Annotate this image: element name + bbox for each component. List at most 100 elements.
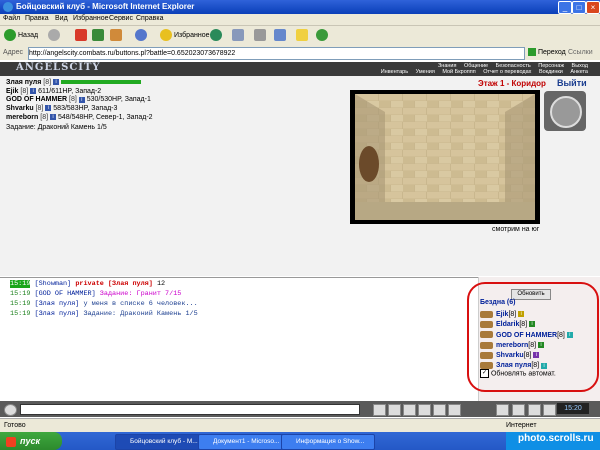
chat-text: Задание: Драконий Камень 1/5 (83, 310, 198, 318)
task-game-window[interactable]: Бойцовский клуб - M... (115, 434, 209, 450)
chat-recipient[interactable]: [Злая пуля] (108, 280, 153, 288)
chat-sender[interactable]: [Злая пуля] (35, 300, 80, 308)
notes-button[interactable] (296, 29, 310, 43)
player-name[interactable]: mereborn (6, 114, 38, 121)
task-info-window[interactable]: Информация о Show... (281, 434, 375, 450)
nav-vokdinki[interactable]: Вокдинки (539, 69, 563, 75)
chat-private-tag: private (75, 280, 104, 288)
zone-indicator: Интернет (506, 422, 537, 429)
links-button[interactable]: Ссылки (568, 49, 593, 56)
close-button[interactable]: × (586, 1, 600, 14)
character-figure[interactable] (359, 146, 379, 182)
windows-logo-icon (6, 436, 16, 447)
menu-view[interactable]: Вид (55, 15, 68, 22)
menu-file[interactable]: Файл (3, 15, 20, 22)
quest-text: Задание: Драконий Камень 1/5 (6, 124, 107, 131)
media-button[interactable] (210, 29, 224, 43)
star-icon (160, 29, 172, 42)
go-button[interactable]: Переход (528, 48, 566, 56)
info-icon[interactable]: i (78, 96, 85, 103)
menu-edit[interactable]: Правка (25, 15, 49, 22)
player-name[interactable]: Злая пуля (6, 79, 41, 86)
player-name[interactable]: GOD OF HAMMER (6, 96, 67, 103)
mail-icon (232, 29, 244, 42)
chat-input[interactable] (20, 404, 360, 415)
walk-icon[interactable] (418, 404, 431, 416)
chat-sender[interactable]: [Showman] (35, 280, 72, 288)
chat-time[interactable]: 15:19 (10, 310, 30, 318)
forward-button[interactable] (48, 29, 62, 43)
menu-tools[interactable]: Сервис (109, 15, 133, 22)
refresh-icon (92, 29, 104, 42)
menu-help[interactable]: Справка (136, 15, 163, 22)
printer-icon (254, 29, 266, 42)
nav-skills[interactable]: Умения (416, 69, 435, 75)
address-input[interactable]: http://angelscity.combats.ru/buttons.pl?… (28, 47, 525, 60)
info-icon[interactable]: i (45, 105, 52, 112)
game-action-bar (0, 401, 600, 417)
task-document[interactable]: Документ1 - Microso... (198, 434, 292, 450)
scroll-icon[interactable] (528, 404, 541, 416)
print-button[interactable] (254, 29, 268, 43)
player-row: Ejik [8] i 611/611HP, Запад-2 (6, 88, 153, 97)
eye-icon[interactable] (4, 404, 17, 416)
exit-link[interactable]: Выйти (557, 78, 587, 88)
compass-icon[interactable] (550, 96, 582, 128)
nav-my-bkroppp[interactable]: Мой Бкроппп (442, 69, 475, 75)
player-level: [8] (35, 105, 44, 113)
start-button[interactable]: пуск (0, 432, 62, 450)
chat-sender[interactable]: [GOD OF HAMMER] (35, 290, 96, 298)
stop-button[interactable] (75, 29, 89, 43)
map-icon[interactable] (543, 404, 556, 416)
watermark: photo.scrolls.ru (518, 433, 594, 444)
chat-time[interactable]: 15:19 (10, 290, 30, 298)
window-title: Бойцовский клуб - Microsoft Internet Exp… (16, 2, 195, 11)
info-icon[interactable]: i (30, 87, 37, 94)
hp-bar (60, 80, 141, 85)
annotation-circle (467, 282, 599, 392)
player-name[interactable]: Ejik (6, 88, 18, 95)
messenger-button[interactable] (316, 29, 330, 43)
nav-inventory[interactable]: Инвентарь (381, 69, 408, 75)
mail-button[interactable] (232, 29, 246, 43)
info-icon[interactable]: i (53, 79, 60, 86)
bottle-icon[interactable] (496, 404, 509, 416)
messenger-icon (316, 29, 328, 42)
chat-line: 15:19 [GOD OF HAMMER] Задание: Гранит 7/… (10, 289, 198, 299)
location-title: Этаж 1 - Коридор (478, 79, 546, 88)
sound-icon[interactable] (433, 404, 446, 416)
forward-arrow-icon (48, 29, 60, 42)
home-button[interactable] (110, 29, 124, 43)
chat-time[interactable]: 15:19 (10, 280, 31, 288)
player-info: 548/548HP, Север-1, Запад-2 (57, 113, 153, 121)
game-nav-bottom: Инвентарь Умения Мой Бкроппп Отчет о пер… (375, 69, 588, 75)
player-row: Shvarku [8] i 583/583HP, Запад-3 (6, 105, 153, 114)
favorites-button[interactable]: Избранное (160, 29, 209, 43)
title-bar: Бойцовский клуб - Microsoft Internet Exp… (0, 0, 600, 14)
refresh-button[interactable] (92, 29, 106, 43)
edit-button[interactable] (274, 29, 288, 43)
status-text: Готово (4, 422, 26, 429)
player-info: 583/583HP, Запад-3 (53, 105, 118, 113)
nav-transfers[interactable]: Отчет о переводах (483, 69, 531, 75)
nav-profile[interactable]: Анкета (570, 69, 588, 75)
hand-icon[interactable] (512, 404, 525, 416)
compass-navigation (544, 91, 586, 131)
back-button[interactable]: Назад (4, 29, 38, 43)
clear-icon[interactable] (373, 404, 386, 416)
book-icon[interactable] (448, 404, 461, 416)
player-row: mereborn [8] i 548/548HP, Север-1, Запад… (6, 114, 153, 123)
search-button[interactable] (135, 29, 149, 43)
chat-sender[interactable]: [Злая пуля] (35, 310, 80, 318)
menu-favorites[interactable]: Избранное (73, 15, 108, 22)
minimize-button[interactable]: _ (558, 1, 572, 14)
maximize-button[interactable]: □ (572, 1, 586, 14)
info-icon[interactable]: i (50, 113, 56, 120)
menu-bar: Файл Правка Вид Избранное Сервис Справка (0, 14, 600, 26)
smile-icon[interactable] (388, 404, 401, 416)
chat-time[interactable]: 15:19 (10, 300, 30, 308)
chat-text: Задание: Гранит 7/15 (99, 290, 182, 298)
player-name[interactable]: Shvarku (6, 105, 34, 112)
filter-icon[interactable] (403, 404, 416, 416)
ie-icon (3, 2, 13, 12)
